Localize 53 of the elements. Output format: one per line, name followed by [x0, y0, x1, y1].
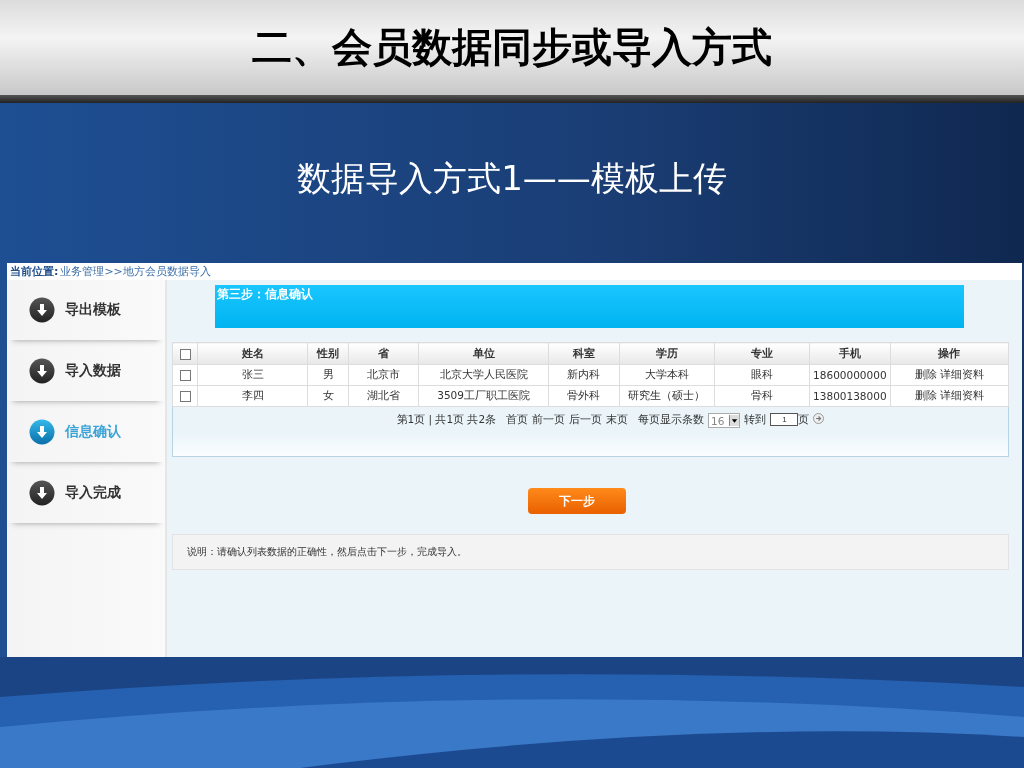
- note-text: 说明：请确认列表数据的正确性，然后点击下一步，完成导入。: [187, 545, 467, 559]
- row-checkbox[interactable]: [179, 391, 191, 403]
- column-header: 性别: [307, 342, 349, 365]
- dropdown-caret-icon[interactable]: [729, 415, 740, 426]
- step-item[interactable]: 导出模板: [7, 280, 165, 340]
- table-cell: 研究生（硕士）: [619, 385, 715, 407]
- page-link[interactable]: 后一页: [569, 413, 603, 427]
- action-link[interactable]: 删除: [914, 368, 937, 380]
- slide-title: 二、会员数据同步或导入方式: [252, 23, 772, 72]
- column-header: 操作: [890, 342, 1009, 365]
- page-size-select[interactable]: 16: [708, 413, 741, 428]
- step-item[interactable]: 导入数据: [7, 341, 165, 401]
- table-cell: 13800138000: [809, 385, 890, 407]
- breadcrumb-path: 业务管理>>地方会员数据导入: [60, 264, 211, 279]
- table-cell: 骨外科: [548, 385, 620, 407]
- column-header: 科室: [548, 342, 620, 365]
- column-header: 专业: [714, 342, 810, 365]
- page-size-label: 每页显示条数: [638, 413, 705, 427]
- goto-page-field[interactable]: 1: [770, 413, 799, 426]
- action-link[interactable]: 详细资料: [939, 368, 984, 380]
- table-cell: 张三: [197, 364, 308, 386]
- column-header: 单位: [418, 342, 549, 365]
- slide-subtitle: 数据导入方式1——模板上传: [297, 157, 727, 200]
- page-link[interactable]: 首页: [506, 413, 529, 427]
- table-cell: 湖北省: [348, 385, 419, 407]
- step-item[interactable]: 导入完成: [7, 463, 165, 523]
- action-link[interactable]: 详细资料: [939, 389, 984, 401]
- table-cell: 骨科: [714, 385, 810, 407]
- page-link[interactable]: 前一页: [532, 413, 566, 427]
- row-checkbox[interactable]: [179, 370, 191, 382]
- page-suffix: 页: [798, 413, 810, 427]
- table-cell: 新内科: [548, 364, 620, 386]
- select-all-checkbox[interactable]: [179, 348, 191, 360]
- table-cell: 李四: [197, 385, 308, 407]
- action-link[interactable]: 删除: [914, 389, 937, 401]
- breadcrumb-label: 当前位置:: [10, 264, 59, 279]
- goto-label: 转到: [744, 413, 767, 427]
- table-cell: 3509工厂职工医院: [418, 385, 549, 407]
- column-header: 省: [348, 342, 419, 365]
- column-header: 学历: [619, 342, 715, 365]
- table-cell: 北京大学人民医院: [418, 364, 549, 386]
- table-cell: 大学本科: [619, 364, 715, 386]
- table-cell: 男: [307, 364, 349, 386]
- step-banner: 第三步：信息确认: [215, 285, 964, 328]
- go-arrow-icon[interactable]: [813, 413, 825, 424]
- page-summary: 第1页 | 共1页 共2条: [396, 413, 497, 427]
- table-cell: 眼科: [714, 364, 810, 386]
- column-header: 姓名: [197, 342, 308, 365]
- column-header: 手机: [809, 342, 890, 365]
- table-cell: 18600000000: [809, 364, 890, 386]
- page-link[interactable]: 末页: [606, 413, 629, 427]
- table-cell: 女: [307, 385, 349, 407]
- table-cell: 北京市: [348, 364, 419, 386]
